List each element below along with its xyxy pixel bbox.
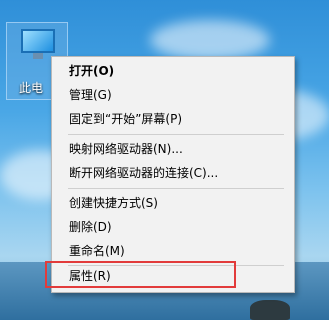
menu-item-create-shortcut[interactable]: 创建快捷方式(S)	[52, 191, 294, 215]
menu-item-open[interactable]: 打开(O)	[52, 59, 294, 83]
menu-item-pin-to-start[interactable]: 固定到“开始”屏幕(P)	[52, 107, 294, 131]
menu-separator	[68, 134, 284, 135]
menu-separator	[68, 188, 284, 189]
menu-item-delete[interactable]: 删除(D)	[52, 215, 294, 239]
menu-item-rename[interactable]: 重命名(M)	[52, 239, 294, 263]
monitor-stand	[33, 53, 43, 59]
rock	[250, 300, 290, 320]
menu-item-manage[interactable]: 管理(G)	[52, 83, 294, 107]
context-menu: 打开(O) 管理(G) 固定到“开始”屏幕(P) 映射网络驱动器(N)... 断…	[51, 56, 295, 293]
menu-item-disconnect-network-drive[interactable]: 断开网络驱动器的连接(C)...	[52, 161, 294, 185]
cloud	[150, 20, 270, 60]
monitor-icon	[21, 29, 55, 53]
menu-item-map-network-drive[interactable]: 映射网络驱动器(N)...	[52, 137, 294, 161]
desktop-icon-label: 此电	[19, 81, 44, 95]
properties-highlight-box	[45, 261, 236, 288]
